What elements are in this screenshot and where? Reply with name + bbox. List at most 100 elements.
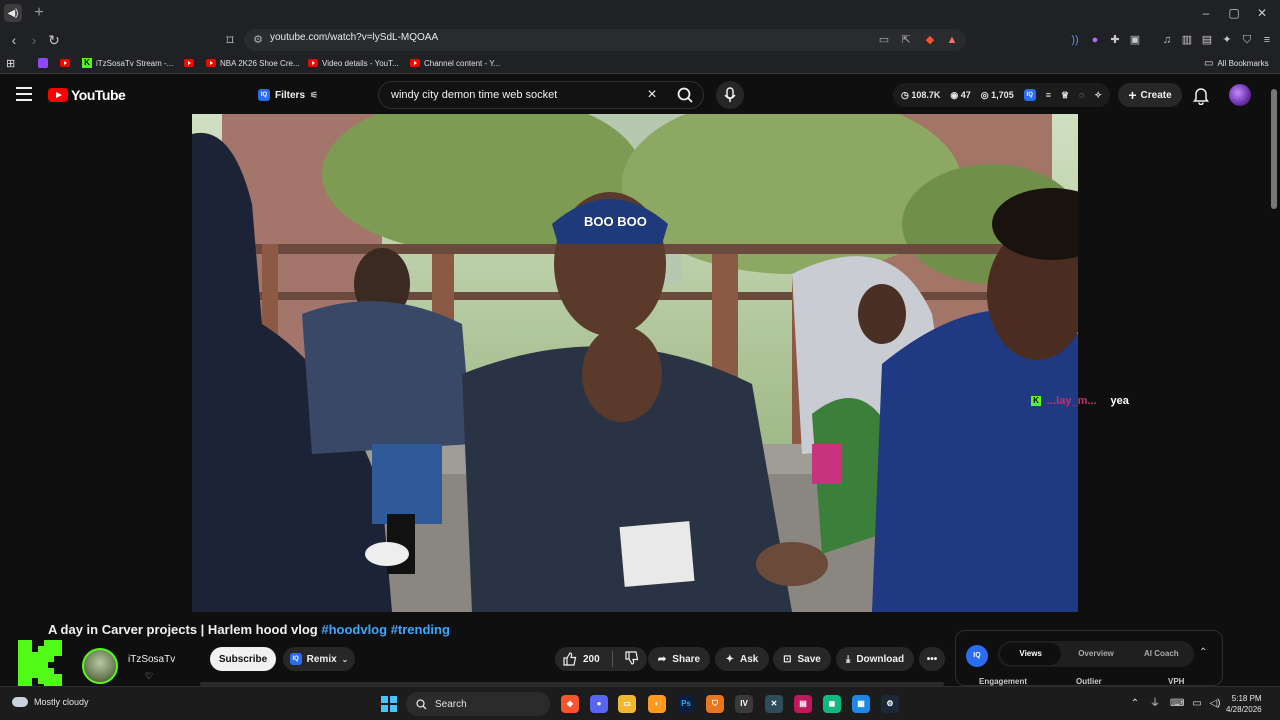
weather-widget[interactable]: Mostly cloudy xyxy=(12,697,89,707)
download-button[interactable]: ⤓ Download xyxy=(836,647,914,671)
share-button[interactable]: ➦ Share xyxy=(648,647,710,671)
tab-audio-icon[interactable]: ◀) xyxy=(4,4,22,22)
cast-icon[interactable]: ▭ xyxy=(876,32,892,48)
trophy-icon[interactable]: ♕ xyxy=(1061,90,1069,101)
chat-icon[interactable]: ◌ xyxy=(1079,90,1084,100)
discord-icon[interactable]: ● xyxy=(590,695,608,713)
media-controls-icon[interactable]: ♫ xyxy=(1158,31,1176,49)
brave-shields-icon[interactable]: ◆ xyxy=(922,32,938,48)
subscribe-button[interactable]: Subscribe xyxy=(210,647,276,671)
guide-menu-icon[interactable] xyxy=(16,87,32,101)
app-iv-icon[interactable]: IV xyxy=(735,695,753,713)
heart-icon[interactable]: ♡ xyxy=(143,670,155,682)
thumbs-up-icon xyxy=(563,652,577,666)
notifications-button[interactable] xyxy=(1192,85,1210,106)
like-button[interactable]: 200 xyxy=(563,652,600,666)
youtube-icon xyxy=(308,59,318,67)
filters-button[interactable]: IQ Filters ⚟ xyxy=(258,85,318,105)
clear-search-icon[interactable]: × xyxy=(643,86,661,104)
youtube-bookmark[interactable] xyxy=(60,56,70,70)
taskbar-search[interactable]: Search xyxy=(406,692,550,716)
column-outlier: Outlier xyxy=(1076,677,1102,686)
scrollbar-thumb[interactable] xyxy=(1271,89,1277,209)
tab-overview[interactable]: Overview xyxy=(1065,643,1126,665)
tab-ai-coach[interactable]: AI Coach xyxy=(1131,643,1192,665)
list-icon[interactable]: ≡ xyxy=(1046,90,1051,100)
address-url: youtube.com/watch?v=lySdL-MQOAA xyxy=(270,32,439,43)
wallet-icon[interactable]: ▤ xyxy=(1198,31,1216,49)
chevron-up-icon[interactable]: ⌃ xyxy=(1199,647,1207,658)
taskbar-clock[interactable]: 5:18 PM 4/28/2026 xyxy=(1226,693,1262,715)
ask-button[interactable]: ✦ Ask xyxy=(715,647,769,671)
app-orange-icon[interactable]: ◐ xyxy=(648,695,666,713)
reload-icon[interactable]: ↻ xyxy=(44,30,64,50)
search-input[interactable]: windy city demon time web socket × xyxy=(378,81,704,109)
share-page-icon[interactable]: ⇱ xyxy=(898,32,914,48)
start-button[interactable] xyxy=(381,696,397,712)
minimize-icon[interactable]: – xyxy=(1196,4,1216,22)
youtube-bookmark[interactable] xyxy=(184,56,194,70)
tab-views[interactable]: Views xyxy=(1000,643,1062,665)
site-info-icon[interactable]: ⚙ xyxy=(250,32,266,48)
tray-chevron-up-icon[interactable]: ⌃ xyxy=(1128,697,1142,711)
channel-name[interactable]: iTzSosaTv xyxy=(128,654,175,665)
hashtag-link[interactable]: #trending xyxy=(391,622,450,637)
search-button[interactable] xyxy=(673,84,699,106)
menu-icon[interactable]: ≡ xyxy=(1258,31,1276,49)
address-bar[interactable]: ⚙ youtube.com/watch?v=lySdL-MQOAA ▭ ⇱ ◆ … xyxy=(244,29,966,51)
bookmark-kick-stream[interactable]: K iTzSosaTv Stream -... xyxy=(82,56,173,70)
close-icon[interactable]: ✕ xyxy=(1252,4,1272,22)
new-tab-icon[interactable]: + xyxy=(30,4,48,22)
app-green-icon[interactable]: ◼ xyxy=(823,695,841,713)
ai-assistant-icon[interactable]: ✦ xyxy=(1218,31,1236,49)
brave-rewards-icon[interactable]: ▲ xyxy=(944,32,960,48)
forward-icon[interactable]: › xyxy=(24,30,44,50)
create-button[interactable]: + Create xyxy=(1118,83,1182,107)
hashtag-link[interactable]: #hoodvlog xyxy=(321,622,387,637)
screenshot-extension-icon[interactable]: ▣ xyxy=(1126,31,1144,49)
youtube-icon xyxy=(184,59,194,67)
extension-purple-icon[interactable]: ● xyxy=(1086,31,1104,49)
tray-microphone-icon[interactable]: ⏚ xyxy=(1148,697,1162,711)
bookmark-channel-content[interactable]: Channel content - Y... xyxy=(410,56,500,70)
bookmark-nba-2k26[interactable]: NBA 2K26 Shoe Cre... xyxy=(206,56,300,70)
brave-browser-icon[interactable]: ◆ xyxy=(561,695,579,713)
maximize-icon[interactable]: ▢ xyxy=(1224,4,1244,22)
twitch-bookmark[interactable] xyxy=(38,56,48,70)
tray-volume-icon[interactable]: ◁) xyxy=(1208,697,1222,711)
views-stat: ◷ 108.7K xyxy=(901,89,941,100)
notepad-icon[interactable]: ▦ xyxy=(852,695,870,713)
voice-search-button[interactable] xyxy=(716,81,744,109)
bookmark-video-details[interactable]: Video details - YouT... xyxy=(308,56,399,70)
youtube-icon xyxy=(206,59,216,67)
app-pink-icon[interactable]: ▤ xyxy=(794,695,812,713)
file-explorer-icon[interactable]: ▭ xyxy=(618,695,636,713)
vidiq-logo-icon[interactable]: IQ xyxy=(966,645,988,667)
more-actions-button[interactable]: ••• xyxy=(919,647,945,671)
bookmark-page-icon[interactable]: ⌑ xyxy=(220,30,240,50)
remix-button[interactable]: IQ Remix ⌄ xyxy=(283,647,355,671)
dislike-button[interactable] xyxy=(625,650,639,668)
tray-keyboard-icon[interactable]: ⌨ xyxy=(1170,697,1184,711)
account-avatar[interactable] xyxy=(1229,84,1251,106)
youtube-logo[interactable]: YouTube xyxy=(48,87,126,103)
tray-network-icon[interactable]: ▭ xyxy=(1190,697,1204,711)
vidiq-icon[interactable]: IQ xyxy=(1023,89,1036,101)
save-button[interactable]: ⊡ Save xyxy=(773,647,831,671)
sparkle-icon[interactable]: ✧ xyxy=(1094,90,1102,101)
steam-icon[interactable]: ⚙ xyxy=(881,695,899,713)
channel-avatar[interactable] xyxy=(82,648,118,684)
audio-extension-icon[interactable]: )) xyxy=(1066,31,1084,49)
save-label: Save xyxy=(797,653,821,665)
photoshop-icon[interactable]: Ps xyxy=(677,695,695,713)
apps-grid-icon[interactable]: ⊞ xyxy=(6,56,15,70)
video-player[interactable]: BOO BOO xyxy=(192,114,1078,612)
vpn-shield-icon[interactable]: ⛉ xyxy=(1238,31,1256,49)
back-icon[interactable]: ‹ xyxy=(4,30,24,50)
page-scrollbar[interactable] xyxy=(1268,75,1280,686)
app-shield-icon[interactable]: ⛉ xyxy=(706,695,724,713)
all-bookmarks[interactable]: ▭ All Bookmarks xyxy=(1204,56,1269,70)
sidebar-icon[interactable]: ▥ xyxy=(1178,31,1196,49)
extensions-puzzle-icon[interactable]: ✚ xyxy=(1106,31,1124,49)
app-x-icon[interactable]: ✕ xyxy=(765,695,783,713)
